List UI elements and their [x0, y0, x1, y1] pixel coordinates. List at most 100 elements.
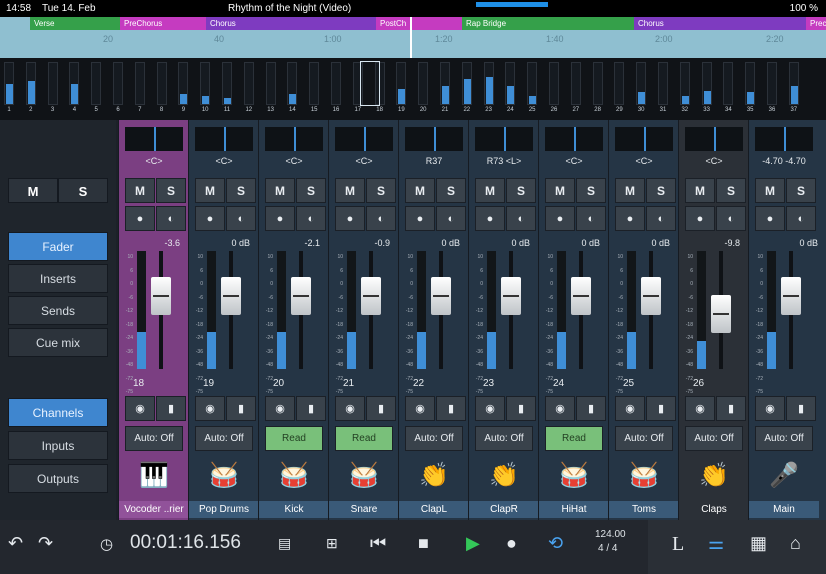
overview-channel[interactable]	[527, 62, 538, 105]
fader-handle[interactable]	[641, 276, 661, 315]
channel-name[interactable]: Snare	[329, 501, 399, 518]
overview-channel[interactable]	[243, 62, 254, 105]
overview-channel[interactable]	[178, 62, 189, 105]
input-gain-icon[interactable]: ◉	[195, 396, 225, 421]
overview-channel[interactable]	[592, 62, 603, 105]
overview-channel[interactable]	[418, 62, 429, 105]
overview-channel[interactable]	[658, 62, 668, 105]
loop-icon[interactable]: ⟲	[548, 533, 563, 554]
channel-strip[interactable]: <C> M S ● ◐ 0 dB 10 6 0 -6 -12 -18 -24 -36 -48 -7…	[608, 120, 679, 520]
record-arm-icon[interactable]: ●	[265, 206, 295, 231]
marker-prechorus-2[interactable]: Prechorus	[806, 17, 826, 30]
transport-time[interactable]: 00:01:16.156	[130, 532, 241, 554]
overview-channel[interactable]	[25, 62, 36, 105]
monitor-icon[interactable]: ◐	[506, 206, 536, 231]
insert-icon[interactable]: ▮	[646, 396, 676, 421]
marker-postchorus[interactable]: PostCh	[376, 17, 462, 30]
tempo[interactable]: 124.00	[595, 529, 626, 540]
marker-verse[interactable]: Verse	[30, 17, 120, 30]
insert-icon[interactable]: ▮	[226, 396, 256, 421]
automation-button[interactable]: Auto: Off	[475, 426, 533, 451]
overview-channel[interactable]	[461, 62, 472, 105]
solo-button[interactable]: S	[436, 178, 466, 203]
rewind-icon[interactable]: ⏮	[370, 533, 386, 554]
fader-handle[interactable]	[431, 276, 451, 315]
overview-channel[interactable]	[331, 62, 341, 105]
input-gain-icon[interactable]: ◉	[545, 396, 575, 421]
fader-handle[interactable]	[361, 276, 381, 315]
channel-strip[interactable]: <C> M S ● ◐ -3.6 10 6 0 -6 -12 -18 -24 -36 -48 -7…	[118, 120, 189, 520]
overview-channel[interactable]	[4, 62, 14, 105]
input-gain-icon[interactable]: ◉	[125, 396, 155, 421]
monitor-icon[interactable]: ◐	[226, 206, 256, 231]
channel-strip[interactable]: <C> M S ● ◐ -2.1 10 6 0 -6 -12 -18 -24 -36 -48 -7…	[258, 120, 329, 520]
overview-channel[interactable]	[767, 62, 777, 105]
insert-icon[interactable]: ▮	[506, 396, 536, 421]
pan-control[interactable]	[335, 127, 393, 151]
overview-channel[interactable]	[745, 62, 756, 105]
record-icon[interactable]: ●	[506, 533, 517, 554]
fader-handle[interactable]	[151, 276, 171, 315]
marker-chorus[interactable]: Chorus	[206, 17, 376, 30]
channel-strip[interactable]: R73 <L> M S ● ◐ 0 dB 10 6 0 -6 -12 -18 -24 -36-…	[468, 120, 539, 520]
channel-name[interactable]: Main	[749, 501, 819, 518]
record-arm-icon[interactable]: ●	[545, 206, 575, 231]
input-gain-icon[interactable]: ◉	[335, 396, 365, 421]
mute-button[interactable]: M	[335, 178, 365, 203]
add-marker-icon[interactable]: ⊞	[326, 535, 338, 552]
record-arm-icon[interactable]: ●	[125, 206, 155, 231]
home-icon[interactable]: ⌂	[790, 533, 801, 554]
fader-handle[interactable]	[711, 294, 731, 333]
input-gain-icon[interactable]: ◉	[265, 396, 295, 421]
channel-strip[interactable]: -4.70 -4.70 M S ● ◐ 0 dB 10 6 0 -6 -12 -18 -24…	[748, 120, 826, 520]
monitor-icon[interactable]: ◐	[156, 206, 186, 231]
stop-icon[interactable]: ■	[418, 533, 429, 554]
insert-icon[interactable]: ▮	[366, 396, 396, 421]
global-solo-button[interactable]: S	[58, 178, 108, 203]
routing-channels-button[interactable]: Channels	[8, 398, 108, 427]
record-arm-icon[interactable]: ●	[335, 206, 365, 231]
browser-icon[interactable]: L	[672, 533, 684, 556]
mute-button[interactable]: M	[125, 178, 155, 203]
record-arm-icon[interactable]: ●	[615, 206, 645, 231]
pan-control[interactable]	[195, 127, 253, 151]
automation-button[interactable]: Auto: Off	[195, 426, 253, 451]
automation-button[interactable]: Auto: Off	[755, 426, 813, 451]
overview-channel[interactable]	[91, 62, 102, 105]
automation-button[interactable]: Read	[545, 426, 603, 451]
solo-button[interactable]: S	[296, 178, 326, 203]
solo-button[interactable]: S	[716, 178, 746, 203]
pan-control[interactable]	[685, 127, 743, 151]
record-arm-icon[interactable]: ●	[475, 206, 505, 231]
overview-channel[interactable]	[309, 62, 320, 105]
input-gain-icon[interactable]: ◉	[475, 396, 505, 421]
channel-strip[interactable]: <C> M S ● ◐ -0.9 10 6 0 -6 -12 -18 -24 -36 -48 -7…	[328, 120, 399, 520]
overview-channel[interactable]	[701, 62, 712, 105]
grid-icon[interactable]: ▦	[750, 533, 767, 554]
redo-icon[interactable]: ↷	[38, 533, 53, 554]
monitor-icon[interactable]: ◐	[296, 206, 326, 231]
pan-control[interactable]	[755, 127, 813, 151]
time-signature[interactable]: 4 / 4	[598, 543, 617, 554]
channel-strip[interactable]: R37 M S ● ◐ 0 dB 10 6 0 -6 -12 -18 -24 -36 -48 -7…	[398, 120, 469, 520]
channel-name[interactable]: Kick	[259, 501, 329, 518]
monitor-icon[interactable]: ◐	[436, 206, 466, 231]
overview-channel[interactable]	[47, 62, 58, 105]
automation-button[interactable]: Read	[335, 426, 393, 451]
channel-name[interactable]: ClapL	[399, 501, 469, 518]
mute-button[interactable]: M	[545, 178, 575, 203]
overview-channel[interactable]	[156, 62, 167, 105]
record-arm-icon[interactable]: ●	[685, 206, 715, 231]
channel-name[interactable]: Pop Drums	[189, 501, 259, 518]
view-sends-button[interactable]: Sends	[8, 296, 108, 325]
timeline-ruler[interactable]: Verse PreChorus Chorus PostCh Rap Bridge…	[0, 17, 826, 58]
insert-icon[interactable]: ▮	[786, 396, 816, 421]
view-fader-button[interactable]: Fader	[8, 232, 108, 261]
routing-outputs-button[interactable]: Outputs	[8, 464, 108, 493]
input-gain-icon[interactable]: ◉	[685, 396, 715, 421]
mute-button[interactable]: M	[475, 178, 505, 203]
solo-button[interactable]: S	[226, 178, 256, 203]
automation-button[interactable]: Read	[265, 426, 323, 451]
automation-button[interactable]: Auto: Off	[125, 426, 183, 451]
overview-channel[interactable]	[134, 62, 145, 105]
